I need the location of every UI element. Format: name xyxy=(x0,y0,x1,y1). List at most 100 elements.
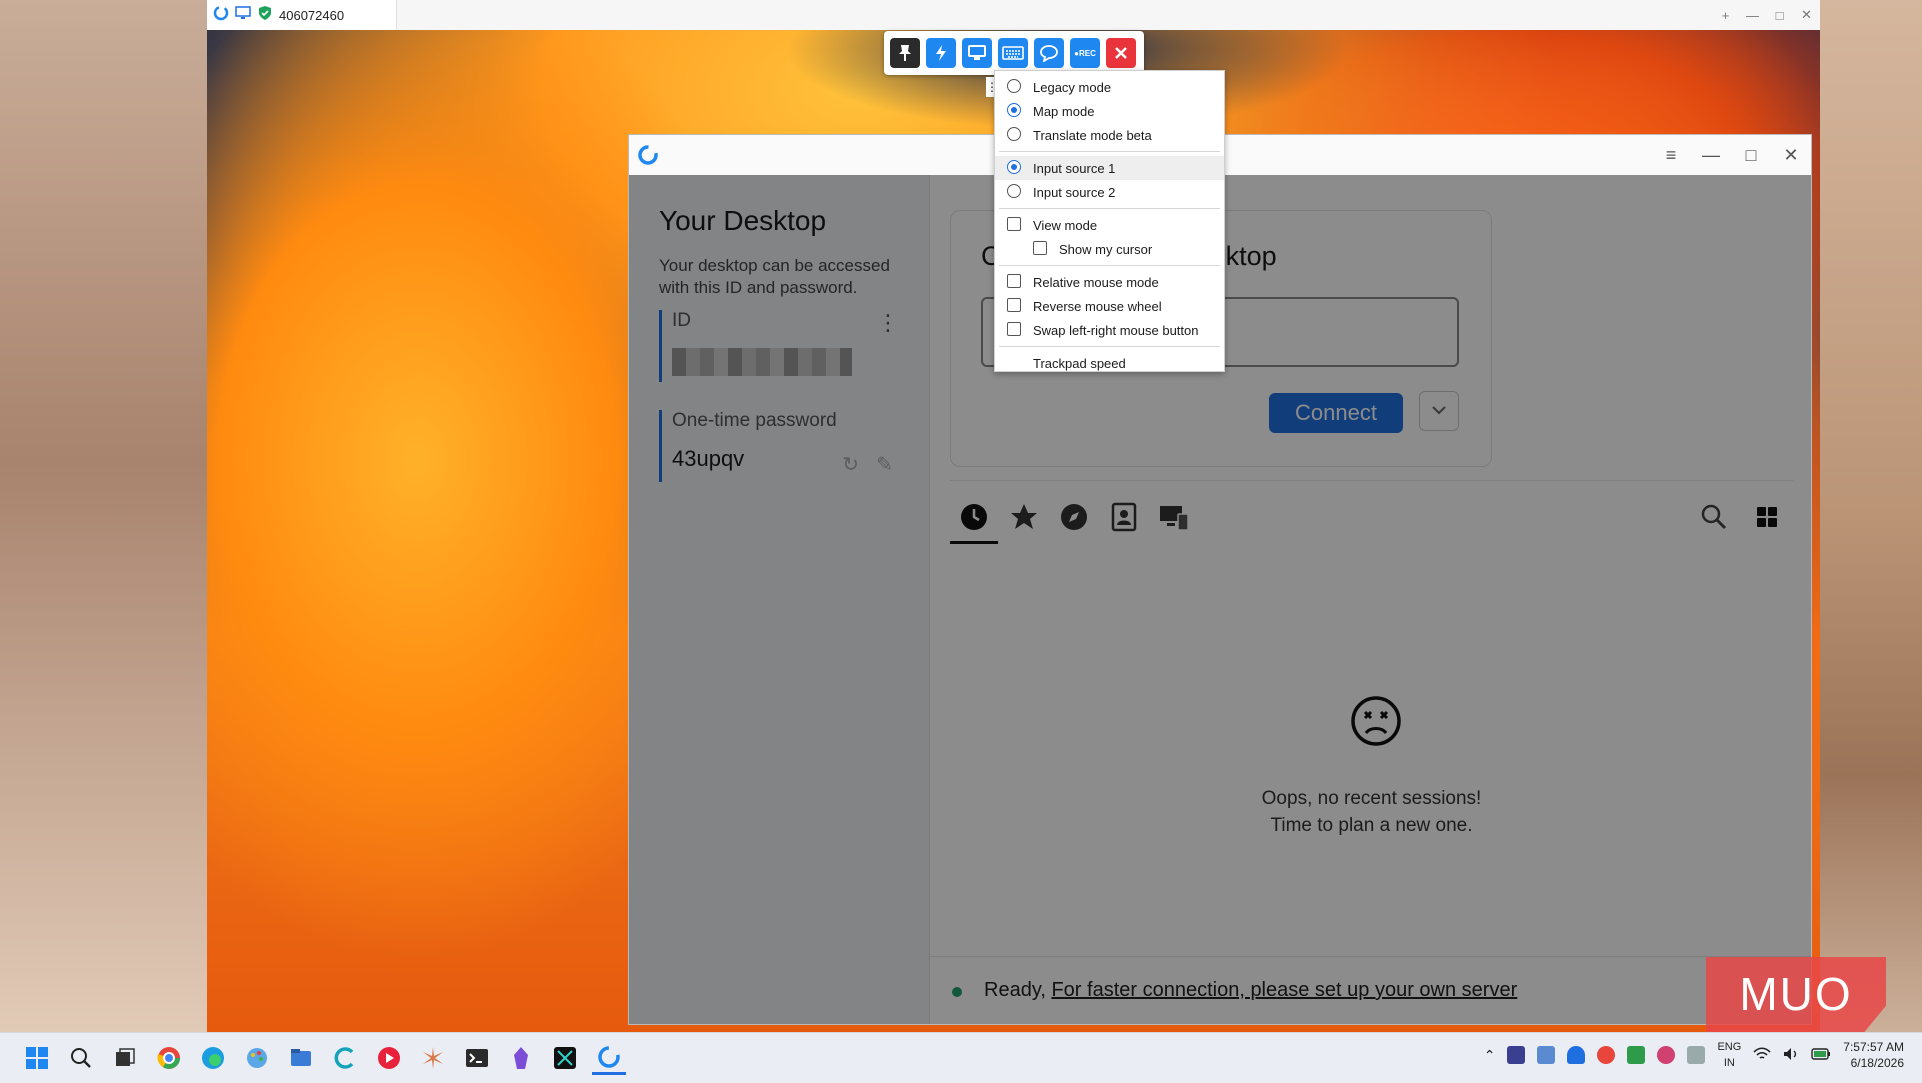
taskbar-app-c[interactable] xyxy=(328,1041,362,1075)
taskbar-paint[interactable] xyxy=(240,1041,274,1075)
tab-recent[interactable] xyxy=(950,493,998,544)
menu-legacy-mode[interactable]: Legacy mode xyxy=(995,75,1224,99)
checkbox-icon xyxy=(1007,274,1021,288)
menu-view-mode[interactable]: View mode xyxy=(995,213,1224,237)
pin-icon xyxy=(899,45,911,61)
menu-swap-mouse-button[interactable]: Swap left-right mouse button xyxy=(995,318,1224,342)
taskbar-claude[interactable] xyxy=(416,1041,450,1075)
menu-trackpad-speed[interactable]: Trackpad speed xyxy=(995,351,1224,375)
viewer-tab[interactable]: 406072460 xyxy=(207,0,397,30)
clock-date: 6/18/2026 xyxy=(1850,1056,1904,1070)
battery-icon[interactable] xyxy=(1811,1047,1831,1063)
kebab-menu-icon[interactable]: ⋮ xyxy=(877,310,899,336)
menu-map-mode[interactable]: Map mode xyxy=(995,99,1224,123)
language-indicator[interactable]: ENG IN xyxy=(1717,1039,1741,1071)
minimize-button[interactable]: — xyxy=(1739,8,1766,23)
checkbox-icon xyxy=(1007,298,1021,312)
taskbar-chrome[interactable] xyxy=(152,1041,186,1075)
checkbox-icon xyxy=(1007,217,1021,231)
connect-options-chevron-icon[interactable] xyxy=(1419,391,1459,431)
clock[interactable]: 7:57:57 AM 6/18/2026 xyxy=(1843,1039,1904,1071)
grid-icon xyxy=(1757,507,1777,527)
tab-devices[interactable] xyxy=(1150,493,1198,541)
search-button[interactable] xyxy=(1690,493,1738,541)
keyboard-icon xyxy=(1002,46,1024,60)
menu-separator xyxy=(999,265,1220,266)
close-session-button[interactable] xyxy=(1106,38,1136,68)
menu-label: Map mode xyxy=(1033,103,1095,119)
menu-input-source-2[interactable]: Input source 2 xyxy=(995,180,1224,204)
taskbar-app-dark[interactable] xyxy=(548,1041,582,1075)
record-button[interactable]: ●REC xyxy=(1070,38,1100,68)
taskbar-edge[interactable] xyxy=(196,1041,230,1075)
close-icon[interactable]: ✕ xyxy=(1771,145,1811,166)
menu-icon[interactable]: ≡ xyxy=(1651,145,1691,166)
taskbar-music[interactable] xyxy=(372,1041,406,1075)
taskbar-terminal[interactable] xyxy=(460,1041,494,1075)
viewer-window-controls: + — □ ✕ xyxy=(1712,0,1820,30)
menu-separator xyxy=(999,346,1220,347)
tray-colorful-icon[interactable] xyxy=(1657,1046,1676,1064)
tray-pen-icon[interactable] xyxy=(1687,1046,1706,1064)
maximize-icon[interactable]: □ xyxy=(1731,145,1771,166)
monitor-icon xyxy=(968,45,986,60)
start-button[interactable] xyxy=(20,1041,54,1075)
music-icon xyxy=(378,1047,400,1069)
tray-network-icon[interactable] xyxy=(1537,1046,1556,1064)
pin-button[interactable] xyxy=(890,38,920,68)
menu-show-my-cursor[interactable]: Show my cursor xyxy=(995,237,1224,261)
wifi-icon[interactable] xyxy=(1753,1046,1771,1064)
menu-translate-mode[interactable]: Translate mode beta xyxy=(995,123,1224,147)
task-view-button[interactable] xyxy=(108,1041,142,1075)
volume-icon[interactable] xyxy=(1783,1047,1799,1064)
taskbar-search[interactable] xyxy=(64,1041,98,1075)
password-block: One-time password 43upqv ↻ ✎ xyxy=(659,410,899,482)
taskbar-obsidian[interactable] xyxy=(504,1041,538,1075)
menu-reverse-mouse-wheel[interactable]: Reverse mouse wheel xyxy=(995,294,1224,318)
taskbar-explorer[interactable] xyxy=(284,1041,318,1075)
menu-label: Legacy mode xyxy=(1033,79,1112,95)
new-tab-button[interactable]: + xyxy=(1712,8,1739,23)
checkbox-icon xyxy=(1033,241,1047,255)
tab-favorites[interactable] xyxy=(1000,493,1048,541)
tray-app-icon[interactable] xyxy=(1507,1046,1526,1064)
close-button[interactable]: ✕ xyxy=(1793,7,1820,23)
tray-shield-icon[interactable] xyxy=(1567,1046,1586,1064)
menu-label: Input source 1 xyxy=(1033,160,1116,176)
shield-icon xyxy=(257,5,273,26)
id-label: ID xyxy=(672,310,691,331)
tray-chrome-icon[interactable] xyxy=(1597,1046,1616,1064)
chat-button[interactable] xyxy=(1034,38,1064,68)
display-button[interactable] xyxy=(962,38,992,68)
menu-label: Trackpad speed xyxy=(1033,355,1126,371)
action-button[interactable] xyxy=(926,38,956,68)
status-online-indicator xyxy=(952,987,962,997)
tab-address-book[interactable] xyxy=(1100,493,1148,541)
language-line-2: IN xyxy=(1723,1057,1735,1069)
session-id-text: 406072460 xyxy=(279,7,345,23)
grid-view-button[interactable] xyxy=(1743,493,1791,541)
menu-input-source-1[interactable]: Input source 1 xyxy=(995,156,1224,180)
minimize-icon[interactable]: — xyxy=(1691,145,1731,166)
connect-button[interactable]: Connect xyxy=(1269,393,1403,433)
otp-value: 43upqv xyxy=(672,446,745,471)
close-icon xyxy=(1115,47,1127,59)
search-icon xyxy=(71,1048,91,1068)
session-toolbar: ●REC xyxy=(884,31,1144,75)
rustdesk-logo-icon xyxy=(213,5,229,26)
menu-relative-mouse-mode[interactable]: Relative mouse mode xyxy=(995,270,1224,294)
tray-overflow-chevron-icon[interactable]: ⌃ xyxy=(1484,1047,1496,1064)
keyboard-button[interactable] xyxy=(998,38,1028,68)
refresh-icon[interactable]: ↻ xyxy=(842,452,859,477)
star-icon xyxy=(1011,504,1037,529)
edit-icon[interactable]: ✎ xyxy=(876,452,893,477)
terminal-icon xyxy=(466,1049,488,1067)
tray-green-icon[interactable] xyxy=(1627,1046,1646,1064)
maximize-button[interactable]: □ xyxy=(1766,8,1793,23)
obsidian-icon xyxy=(514,1047,528,1069)
taskbar-rustdesk[interactable] xyxy=(592,1041,626,1075)
setup-server-link[interactable]: For faster connection, please set up you… xyxy=(1051,979,1517,1001)
tab-discovered[interactable] xyxy=(1050,493,1098,541)
edge-icon xyxy=(202,1047,224,1069)
compass-icon xyxy=(1061,504,1087,530)
